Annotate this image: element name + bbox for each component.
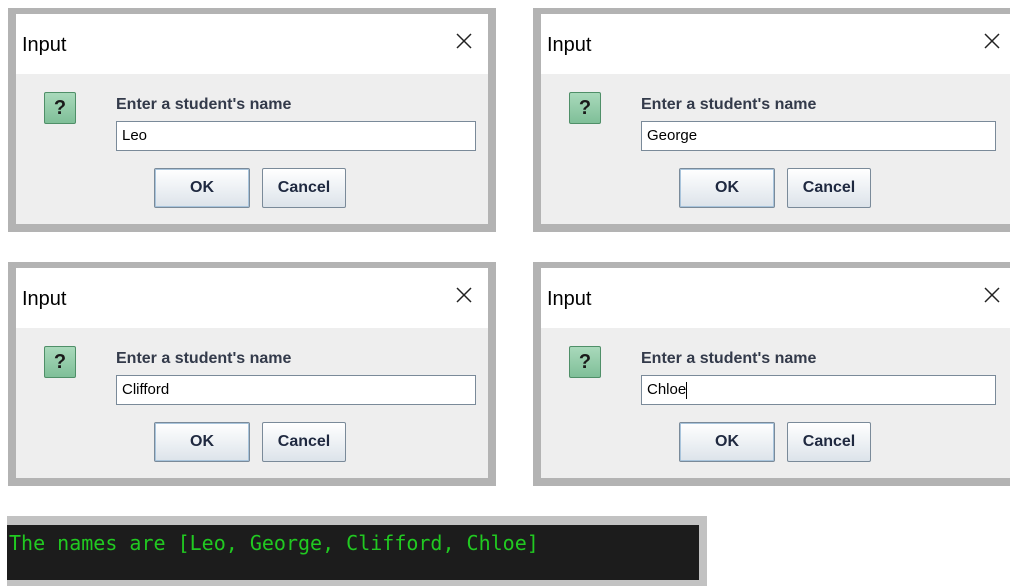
name-input-value: Chloe <box>647 381 687 398</box>
dialog-titlebar: Input <box>541 268 1010 328</box>
dialog-title: Input <box>547 34 592 56</box>
ok-button[interactable]: OK <box>154 422 250 462</box>
text-caret <box>686 381 688 399</box>
input-dialog-2: Input ? Enter a student's name George OK… <box>533 8 1010 232</box>
dialog-title: Input <box>22 34 67 56</box>
ok-button[interactable]: OK <box>679 168 775 208</box>
question-icon: ? <box>569 346 601 378</box>
dialog-prompt: Enter a student's name <box>641 350 817 367</box>
close-icon[interactable] <box>454 285 474 305</box>
name-input[interactable]: Leo <box>116 121 476 151</box>
dialog-titlebar: Input <box>541 14 1010 74</box>
cancel-button[interactable]: Cancel <box>262 168 346 208</box>
close-icon[interactable] <box>982 31 1002 51</box>
name-input-value: Leo <box>122 127 148 144</box>
name-input[interactable]: George <box>641 121 996 151</box>
console-output-text: The names are [Leo, George, Clifford, Ch… <box>9 531 539 555</box>
cancel-button[interactable]: Cancel <box>787 168 871 208</box>
dialog-prompt: Enter a student's name <box>641 96 817 113</box>
dialog-titlebar: Input <box>16 268 488 328</box>
close-icon[interactable] <box>982 285 1002 305</box>
name-input[interactable]: Clifford <box>116 375 476 405</box>
dialog-prompt: Enter a student's name <box>116 96 292 113</box>
dialog-title: Input <box>22 288 67 310</box>
question-icon: ? <box>569 92 601 124</box>
name-input-value: Clifford <box>122 381 170 398</box>
cancel-button[interactable]: Cancel <box>262 422 346 462</box>
name-input[interactable]: Chloe <box>641 375 996 405</box>
name-input-value: George <box>647 127 698 144</box>
close-icon[interactable] <box>454 31 474 51</box>
console-window: The names are [Leo, George, Clifford, Ch… <box>7 516 707 586</box>
question-icon: ? <box>44 346 76 378</box>
cancel-button[interactable]: Cancel <box>787 422 871 462</box>
input-dialog-1: Input ? Enter a student's name Leo OK Ca… <box>8 8 496 232</box>
console-output-area: The names are [Leo, George, Clifford, Ch… <box>7 525 699 580</box>
ok-button[interactable]: OK <box>679 422 775 462</box>
ok-button[interactable]: OK <box>154 168 250 208</box>
dialog-prompt: Enter a student's name <box>116 350 292 367</box>
input-dialog-4: Input ? Enter a student's name Chloe OK … <box>533 262 1010 486</box>
input-dialog-3: Input ? Enter a student's name Clifford … <box>8 262 496 486</box>
dialog-titlebar: Input <box>16 14 488 74</box>
dialog-title: Input <box>547 288 592 310</box>
question-icon: ? <box>44 92 76 124</box>
